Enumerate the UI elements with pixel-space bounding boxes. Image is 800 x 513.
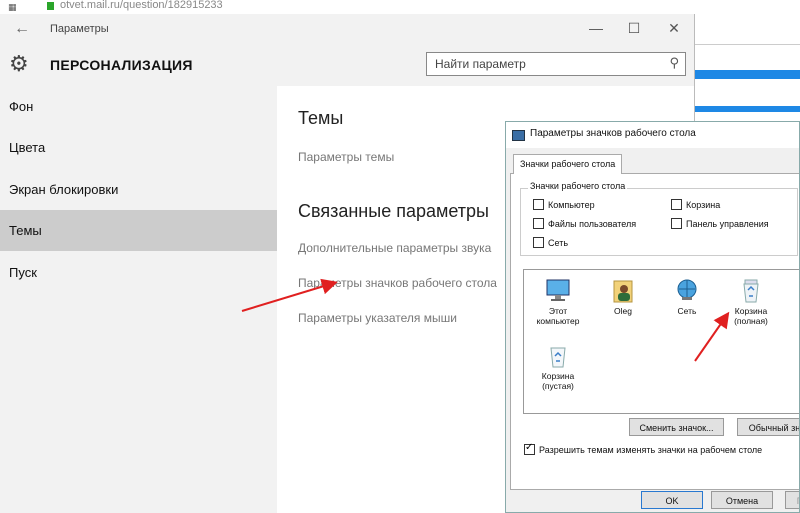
maximize-button[interactable]: ☐ — [624, 20, 644, 37]
browser-url[interactable]: otvet.mail.ru/question/182915233 — [60, 0, 223, 11]
window-title: Параметры — [50, 23, 109, 35]
dialog-title: Параметры значков рабочего стола — [530, 128, 696, 139]
sidebar-item-themes[interactable]: Темы — [0, 210, 277, 251]
checkbox-box[interactable] — [524, 442, 535, 455]
settings-titlebar: ← Параметры — ☐ ✕ — [0, 14, 694, 45]
search-placeholder: Найти параметр — [435, 57, 526, 71]
checkbox-box[interactable] — [533, 199, 544, 210]
sidebar-item-start[interactable]: Пуск — [0, 252, 277, 293]
restore-default-button[interactable]: Обычный зна — [737, 418, 799, 436]
mouse-pointer-settings-link[interactable]: Параметры указателя мыши — [298, 311, 457, 325]
desktop-icon-settings-dialog: Параметры значков рабочего стола Значки … — [505, 121, 800, 513]
icon-this-computer[interactable]: Этот компьютер — [528, 278, 588, 326]
sidebar-item-colors[interactable]: Цвета — [0, 127, 277, 168]
checkbox-computer[interactable]: Компьютер — [533, 199, 595, 210]
checkbox-label: Файлы пользователя — [548, 219, 637, 229]
icon-recycle-bin-full[interactable]: Корзина (полная) — [721, 278, 781, 326]
theme-settings-link[interactable]: Параметры темы — [298, 150, 394, 164]
icon-label: Корзина (пустая) — [541, 371, 575, 391]
checkbox-network[interactable]: Сеть — [533, 237, 568, 248]
recycle-bin-empty-icon — [550, 347, 566, 368]
checkbox-label: Панель управления — [686, 219, 769, 229]
apply-button[interactable]: При — [785, 491, 799, 509]
icon-label: Oleg — [614, 306, 632, 316]
recycle-bin-full-icon — [743, 279, 759, 303]
page-title: ПЕРСОНАЛИЗАЦИЯ — [50, 57, 193, 73]
checkbox-user-files[interactable]: Файлы пользователя — [533, 218, 636, 229]
group-label: Значки рабочего стола — [528, 181, 628, 191]
icon-recycle-bin-empty[interactable]: Корзина (пустая) — [528, 343, 588, 391]
search-input[interactable]: Найти параметр ⚲ — [426, 52, 686, 76]
sidebar-item-background[interactable]: Фон — [0, 86, 277, 127]
blue-banner — [694, 106, 800, 112]
computer-icon — [546, 279, 570, 301]
settings-header: ⚙ ПЕРСОНАЛИЗАЦИЯ Найти параметр ⚲ — [0, 45, 694, 86]
checkbox-box[interactable] — [533, 218, 544, 229]
themes-heading: Темы — [298, 108, 344, 128]
checkbox-label: Сеть — [548, 238, 569, 248]
allow-themes-checkbox[interactable]: Разрешить темам изменять значки на рабоч… — [524, 442, 763, 455]
checkbox-box[interactable] — [671, 218, 682, 229]
search-icon[interactable]: ⚲ — [669, 55, 679, 71]
dialog-titlebar: Параметры значков рабочего стола — [506, 122, 799, 148]
back-arrow-icon[interactable]: ← — [14, 20, 30, 38]
icon-preview-list: Этот компьютер Oleg Сеть Корзина (полная… — [523, 269, 799, 414]
close-button[interactable]: ✕ — [664, 20, 684, 37]
minimize-button[interactable]: — — [586, 20, 606, 36]
icon-label: Сеть — [677, 306, 697, 316]
icon-label: Корзина (полная) — [734, 306, 768, 326]
gear-icon: ⚙ — [9, 51, 29, 76]
browser-address-bar: ▦ otvet.mail.ru/question/182915233 — [0, 0, 800, 15]
related-settings-heading: Связанные параметры — [298, 201, 489, 221]
divider — [694, 44, 800, 45]
change-icon-button[interactable]: Сменить значок... — [629, 418, 724, 436]
icon-user-folder[interactable]: Oleg — [593, 278, 653, 316]
apps-grid-icon[interactable]: ▦ — [8, 2, 17, 13]
monitor-icon — [512, 130, 525, 141]
icon-network[interactable]: Сеть — [657, 278, 717, 316]
checkbox-box[interactable] — [533, 237, 544, 248]
blue-banner — [694, 70, 800, 79]
checkbox-control-panel[interactable]: Панель управления — [671, 218, 769, 229]
checkbox-recycle-bin[interactable]: Корзина — [671, 199, 720, 210]
checkbox-label: Корзина — [686, 200, 721, 210]
sidebar-item-lock-screen[interactable]: Экран блокировки — [0, 169, 277, 210]
tab-desktop-icons[interactable]: Значки рабочего стола — [513, 154, 623, 174]
icon-label: Этот компьютер — [536, 306, 580, 326]
checkbox-label: Разрешить темам изменять значки на рабоч… — [539, 445, 763, 455]
sidebar: Фон Цвета Экран блокировки Темы Пуск — [0, 86, 277, 513]
user-folder-icon — [613, 280, 633, 303]
ok-button[interactable]: OK — [641, 491, 703, 509]
secure-site-icon — [47, 2, 54, 10]
cancel-button[interactable]: Отмена — [711, 491, 773, 509]
desktop-icon-settings-link[interactable]: Параметры значков рабочего стола — [298, 276, 497, 290]
checkbox-label: Компьютер — [548, 200, 595, 210]
checkbox-box[interactable] — [671, 199, 682, 210]
sound-settings-link[interactable]: Дополнительные параметры звука — [298, 241, 491, 255]
network-icon — [677, 279, 697, 300]
